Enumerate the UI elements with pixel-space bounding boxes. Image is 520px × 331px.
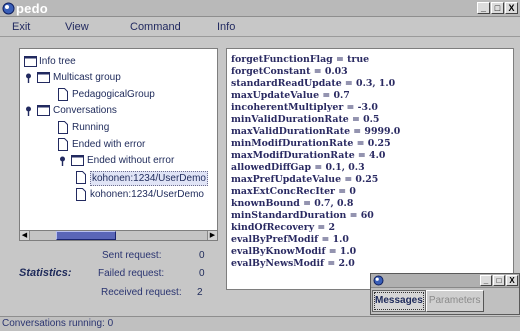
tree-node-label: Running: [72, 122, 110, 133]
status-text: Conversations running: 0: [2, 318, 114, 329]
maximize-button[interactable]: □: [493, 275, 505, 286]
param-line: maxPrefUpdateValue = 0.25: [231, 174, 379, 185]
status-bar: Conversations running: 0: [0, 316, 520, 331]
messages-window-title-bar[interactable]: _ □ X: [371, 274, 519, 288]
stat-sent-label: Sent request:: [102, 250, 162, 261]
menu-exit[interactable]: Exit: [12, 17, 30, 37]
messages-window-controls: _ □ X: [479, 275, 518, 286]
expanded-key-icon[interactable]: [24, 73, 33, 83]
tree-node-label: Ended with error: [72, 139, 146, 150]
stat-sent-value: 0: [199, 250, 205, 261]
info-tree[interactable]: Info tree Multicast group PedagogicalGro…: [19, 48, 218, 231]
stat-received: Received request: 2: [0, 287, 226, 301]
param-line: minStandardDuration = 60: [231, 210, 374, 221]
document-icon: [58, 88, 68, 101]
expanded-key-icon[interactable]: [58, 156, 67, 166]
param-line: forgetConstant = 0.03: [231, 66, 348, 77]
tree-node-label: kohonen:1234/UserDemo: [90, 189, 204, 200]
messages-window-tabs: Messages Parameters: [372, 290, 484, 312]
close-button[interactable]: X: [506, 275, 518, 286]
param-line: incoherentMultiplyer = -3.0: [231, 102, 378, 113]
tab-parameters[interactable]: Parameters: [425, 290, 484, 312]
folder-icon: [37, 72, 50, 83]
scroll-thumb[interactable]: [56, 231, 117, 240]
tree-node-label: PedagogicalGroup: [72, 89, 155, 100]
param-line: maxUpdateValue = 0.7: [231, 90, 350, 101]
menu-view[interactable]: View: [65, 17, 89, 37]
param-line: maxModifDurationRate = 4.0: [231, 150, 386, 161]
scroll-right-arrow-icon[interactable]: ▶: [207, 231, 217, 240]
document-icon: [58, 138, 68, 151]
folder-icon: [37, 105, 50, 116]
scroll-left-arrow-icon[interactable]: ◀: [20, 231, 30, 240]
stat-sent: Sent request: 0: [0, 250, 226, 264]
document-icon: [76, 171, 86, 184]
tree-node-label: kohonen:1234/UserDemo: [90, 171, 208, 186]
param-line: kindOfRecovery = 2: [231, 222, 336, 233]
menu-bar: Exit View Command Info: [0, 17, 520, 37]
window-title: pedo: [16, 1, 48, 16]
param-line: evalByNewsModif = 2.0: [231, 258, 355, 269]
stat-failed-label: Failed request:: [98, 268, 165, 279]
close-button[interactable]: X: [505, 2, 518, 14]
param-line: minModifDurationRate = 0.25: [231, 138, 391, 149]
menu-info[interactable]: Info: [217, 17, 235, 37]
messages-window[interactable]: _ □ X Messages Parameters: [370, 273, 520, 315]
document-icon: [58, 121, 68, 134]
maximize-button[interactable]: □: [491, 2, 504, 14]
expanded-key-icon[interactable]: [24, 106, 33, 116]
minimize-button[interactable]: _: [477, 2, 490, 14]
tree-node-label: Conversations: [53, 105, 117, 116]
menu-command[interactable]: Command: [130, 17, 181, 37]
tree-node-label: Multicast group: [53, 72, 121, 83]
stat-failed: Failed request: 0: [0, 268, 226, 282]
stat-received-label: Received request:: [101, 287, 182, 298]
minimize-button[interactable]: _: [480, 275, 492, 286]
tree-node-label: Info tree: [39, 56, 76, 67]
folder-icon: [24, 56, 37, 67]
tree-node-label: Ended without error: [87, 155, 175, 166]
folder-icon: [71, 155, 84, 166]
document-icon: [76, 188, 86, 201]
param-line: minValidDurationRate = 0.5: [231, 114, 380, 125]
param-line: knownBound = 0.7, 0.8: [231, 198, 354, 209]
param-line: forgetFunctionFlag = true: [231, 54, 370, 65]
param-line: evalByKnowModif = 1.0: [231, 246, 357, 257]
stat-received-value: 2: [197, 287, 203, 298]
stat-failed-value: 0: [199, 268, 205, 279]
window-controls: _ □ X: [476, 2, 518, 14]
param-line: allowedDiffGap = 0.1, 0.3: [231, 162, 365, 173]
parameters-text-area[interactable]: forgetFunctionFlag = true forgetConstant…: [226, 48, 514, 290]
app-icon: [373, 275, 384, 286]
title-bar: pedo _ □ X: [0, 0, 520, 17]
param-line: maxExtConcRecIter = 0: [231, 186, 356, 197]
tree-horizontal-scrollbar[interactable]: ◀ ▶: [19, 230, 218, 241]
param-line: maxValidDurationRate = 9999.0: [231, 126, 401, 137]
param-line: standardReadUpdate = 0.3, 1.0: [231, 78, 396, 89]
tab-messages[interactable]: Messages: [372, 290, 426, 312]
param-line: evalByPrefModif = 1.0: [231, 234, 349, 245]
app-icon: [2, 2, 15, 15]
